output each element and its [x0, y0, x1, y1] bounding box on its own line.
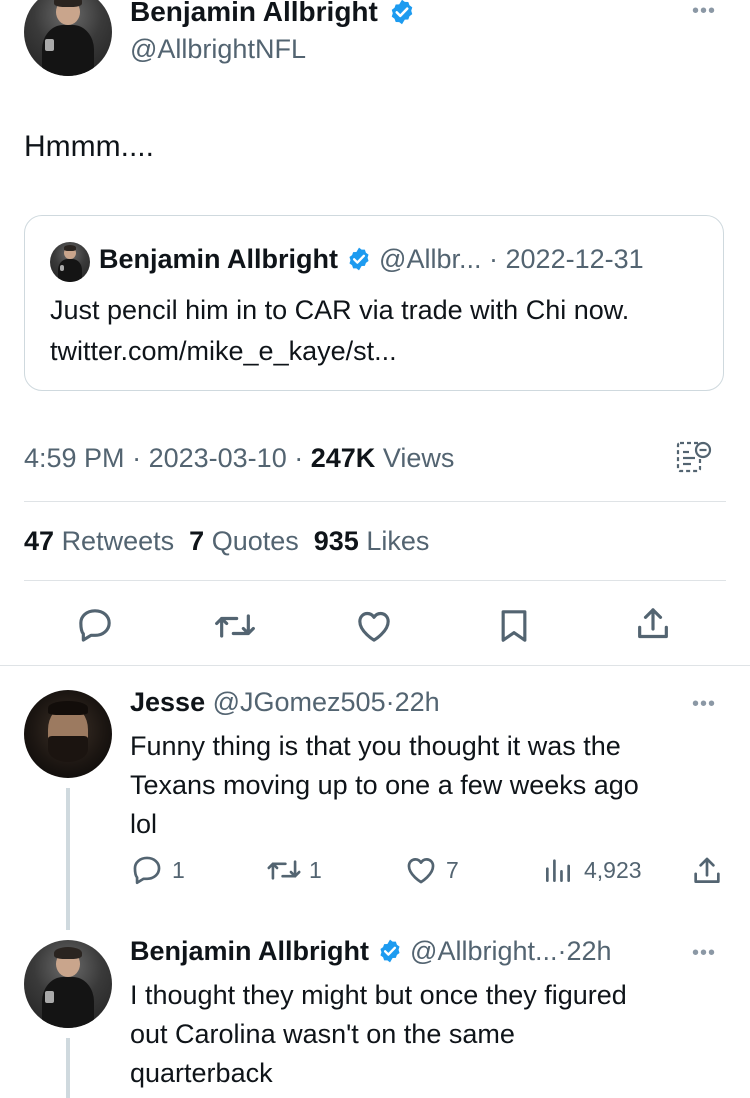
retweet-count: 1 [309, 857, 322, 883]
thread-line [66, 1038, 70, 1098]
quoted-text-line-1: Just pencil him in to CAR via trade with… [50, 295, 630, 325]
quoted-tweet-card[interactable]: Benjamin Allbright @Allbr... · 2022-12-3… [24, 215, 724, 391]
author-name[interactable]: Benjamin Allbright [130, 0, 378, 27]
share-icon[interactable] [633, 604, 673, 644]
retweets-stat[interactable]: 47 Retweets [24, 526, 174, 556]
quoted-author-handle: @Allbr... [379, 244, 482, 274]
likes-label: Likes [366, 526, 430, 556]
reply-text-line: out Carolina wasn't on the same [130, 1019, 515, 1049]
bookmark-icon[interactable] [494, 606, 534, 646]
reply-time[interactable]: 22h [567, 936, 612, 966]
author-name-row[interactable]: Benjamin Allbright [130, 0, 416, 28]
like-count: 7 [446, 857, 459, 883]
more-icon[interactable]: ••• [692, 942, 716, 965]
verified-badge-icon [348, 247, 369, 271]
separator: · [294, 443, 304, 473]
reply-text: I thought they might but once they figur… [130, 976, 627, 1093]
reply-avatar[interactable] [24, 940, 112, 1028]
reply-text: Funny thing is that you thought it was t… [130, 727, 639, 844]
like-icon [407, 858, 435, 884]
retweet-icon[interactable] [213, 606, 257, 646]
reply-author-handle[interactable]: @JGomez505 [213, 687, 386, 717]
analytics-icon[interactable] [675, 438, 713, 476]
divider [0, 665, 750, 666]
share-icon[interactable] [690, 854, 724, 888]
reply-avatar[interactable] [24, 690, 112, 778]
verified-badge-icon [391, 0, 412, 24]
reply-text-line: quarterback [130, 1058, 273, 1088]
quoted-link[interactable]: twitter.com/mike_e_kaye/st... [50, 336, 397, 367]
author-handle[interactable]: @AllbrightNFL [130, 34, 306, 65]
more-icon[interactable]: ••• [692, 0, 716, 23]
tweet-text: Hmmm.... [24, 130, 154, 163]
tweet-time: 4:59 PM [24, 443, 125, 473]
reply-count: 1 [172, 857, 185, 883]
likes-count: 935 [313, 526, 359, 556]
reply-text-line: I thought they might but once they figur… [130, 980, 627, 1010]
more-icon[interactable]: ••• [692, 693, 716, 716]
quotes-label: Quotes [211, 526, 299, 556]
views-label: Views [382, 443, 455, 473]
author-avatar[interactable] [24, 0, 112, 76]
reply-text-line: Funny thing is that you thought it was t… [130, 731, 621, 761]
retweet-icon [267, 860, 301, 880]
reply-time[interactable]: 22h [395, 687, 440, 717]
retweets-label: Retweets [61, 526, 175, 556]
quoted-author-avatar [50, 242, 90, 282]
verified-badge-icon [379, 939, 400, 963]
separator: · [385, 687, 395, 717]
likes-stat[interactable]: 935 Likes [314, 526, 430, 556]
view-count: 4,923 [584, 857, 642, 883]
reply-text-line: Texans moving up to one a few weeks ago [130, 770, 639, 800]
quotes-count: 7 [189, 526, 205, 556]
views-count: 247K [310, 443, 376, 473]
quoted-author-name: Benjamin Allbright [99, 244, 339, 274]
timestamp-row: 4:59 PM · 2023-03-10 · 247K Views [24, 443, 454, 474]
reply-text-line: lol [130, 809, 158, 839]
quoted-date: 2022-12-31 [505, 244, 644, 274]
reply-icon [133, 856, 161, 885]
quoted-header: Benjamin Allbright @Allbr... · 2022-12-3… [99, 244, 644, 275]
reply-author-name[interactable]: Jesse [130, 687, 205, 717]
reply-header: Jesse @JGomez505·22h [130, 687, 440, 718]
tweet-date[interactable]: 2023-03-10 [149, 443, 287, 473]
divider [24, 501, 726, 502]
reply-author-name[interactable]: Benjamin Allbright [130, 936, 369, 966]
like-icon[interactable] [354, 606, 394, 646]
reply-header: Benjamin Allbright @Allbright...·22h [130, 936, 612, 967]
retweets-count: 47 [24, 526, 55, 556]
separator: · [557, 936, 567, 966]
views-icon [546, 859, 570, 882]
separator: · [489, 244, 498, 274]
quotes-stat[interactable]: 7 Quotes [189, 526, 299, 556]
reply-author-handle[interactable]: @Allbright... [410, 936, 557, 966]
separator: · [132, 443, 142, 473]
thread-line [66, 788, 70, 930]
divider [24, 580, 726, 581]
engagement-stats: 47 Retweets 7 Quotes 935 Likes [24, 526, 429, 557]
reply-icon[interactable] [75, 605, 115, 645]
